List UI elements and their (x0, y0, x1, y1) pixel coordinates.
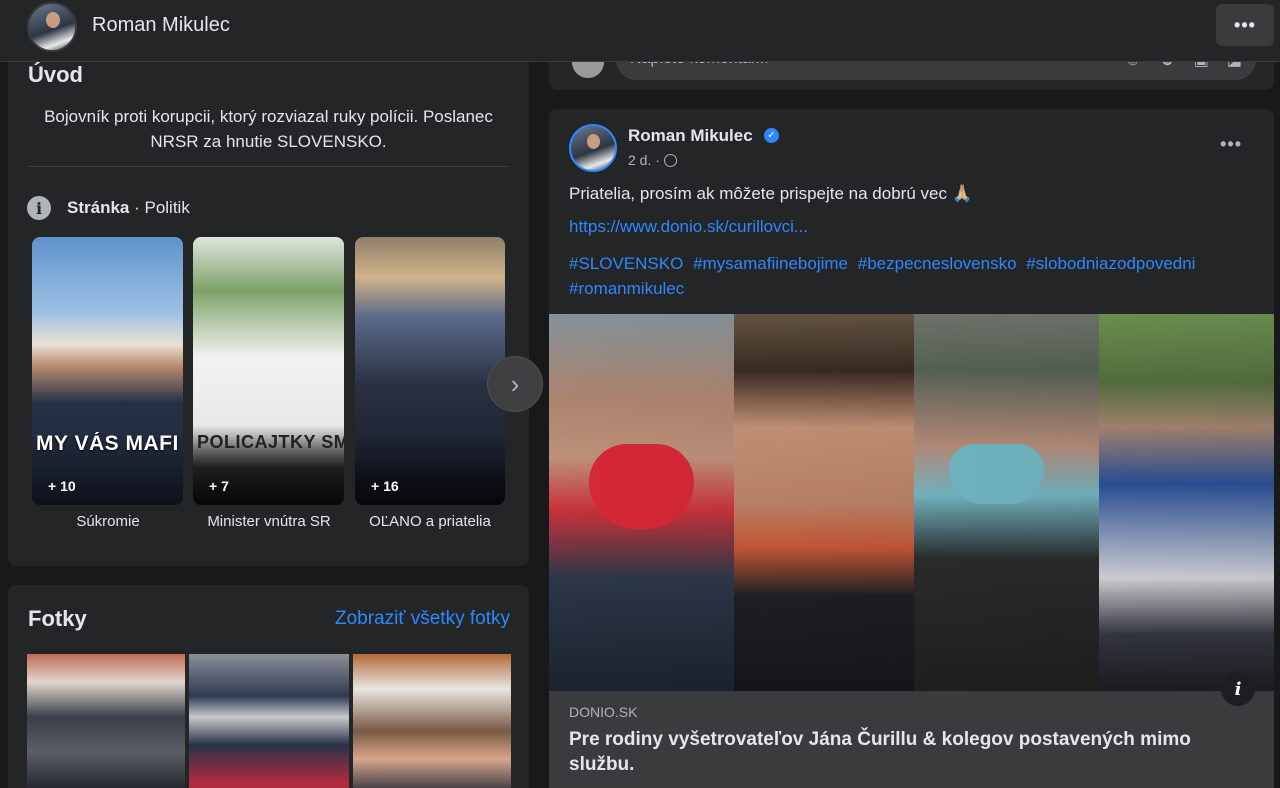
post-author-avatar[interactable] (569, 124, 617, 172)
highlight-sukromie[interactable]: MY VÁS MAFI NEPREDÁME + 10 (32, 237, 183, 505)
hashtag-link[interactable]: #romanmikulec (569, 279, 684, 298)
highlight-image-text: MY VÁS MAFI NEPREDÁME (36, 432, 183, 455)
intro-bio: Bojovník proti korupcii, ktorý rozviazal… (44, 107, 493, 151)
highlight-count: + 16 (371, 478, 399, 494)
photos-card: Fotky Zobraziť všetky fotky (8, 585, 529, 788)
hashtag-link[interactable]: #slobodniazodpovedni (1026, 254, 1195, 273)
intro-card: Úvod Bojovník proti korupcii, ktorý rozv… (8, 40, 529, 566)
image-shade (549, 314, 1274, 691)
post-card: Roman Mikulec ✓ 2 d. · ••• Priatelia, pr… (549, 109, 1274, 788)
post-text: Priatelia, prosím ak môžete prispejte na… (569, 184, 973, 203)
highlight-image-text: POLICAJTKY SME ZV (197, 432, 344, 452)
page-category: Stránka · Politik (67, 198, 190, 218)
hashtag-link[interactable]: #mysamafiinebojime (693, 254, 848, 273)
highlight-olano[interactable]: + 16 (355, 237, 505, 505)
post-timestamp[interactable]: 2 d. · (628, 152, 677, 168)
page-type-label: Stránka (67, 198, 130, 217)
more-options-button[interactable]: ••• (1216, 4, 1274, 46)
highlight-label[interactable]: OĽANO a priatelia (350, 513, 510, 530)
info-icon: i (27, 196, 51, 220)
post-author-name[interactable]: Roman Mikulec (628, 126, 753, 146)
divider (28, 166, 509, 167)
highlight-count: + 7 (209, 478, 229, 494)
link-preview-title: Pre rodiny vyšetrovateľov Jána Čurillu &… (569, 729, 1191, 775)
photos-title: Fotky (28, 606, 87, 631)
verified-badge-icon: ✓ (764, 128, 779, 143)
photo-thumbnail[interactable] (27, 654, 185, 788)
highlight-label[interactable]: Minister vnútra SR (189, 513, 349, 530)
page-category-value: · Politik (129, 198, 190, 217)
photo-thumbnail[interactable] (189, 654, 349, 788)
highlight-label[interactable]: Súkromie (28, 513, 188, 530)
post-time-text: 2 d. · (628, 152, 660, 168)
highlight-overlay (355, 435, 505, 505)
image-info-icon[interactable]: i (1221, 672, 1255, 706)
next-highlight-button[interactable]: › (487, 356, 543, 412)
post-options-button[interactable]: ••• (1220, 134, 1242, 155)
hashtag-link[interactable]: #bezpecneslovensko (858, 254, 1017, 273)
globe-icon (663, 154, 677, 167)
profile-avatar[interactable] (27, 2, 77, 52)
photo-thumbnail[interactable] (353, 654, 511, 788)
link-preview-domain: DONIO.SK (569, 704, 638, 720)
profile-header-bar: Roman Mikulec ••• (0, 0, 1280, 62)
see-all-photos-link[interactable]: Zobraziť všetky fotky (335, 608, 510, 630)
hashtag-link[interactable]: #SLOVENSKO (569, 254, 683, 273)
highlight-count: + 10 (48, 478, 76, 494)
post-link[interactable]: https://www.donio.sk/curillovci... (569, 217, 808, 237)
intro-title: Úvod (28, 62, 83, 87)
link-preview[interactable]: DONIO.SK Pre rodiny vyšetrovateľov Jána … (549, 691, 1274, 788)
highlight-minister[interactable]: POLICAJTKY SME ZV + 7 (193, 237, 344, 505)
post-hashtags: #SLOVENSKO #mysamafiinebojime #bezpecnes… (569, 251, 1249, 301)
profile-name[interactable]: Roman Mikulec (92, 14, 230, 37)
post-link-image[interactable] (549, 314, 1274, 691)
